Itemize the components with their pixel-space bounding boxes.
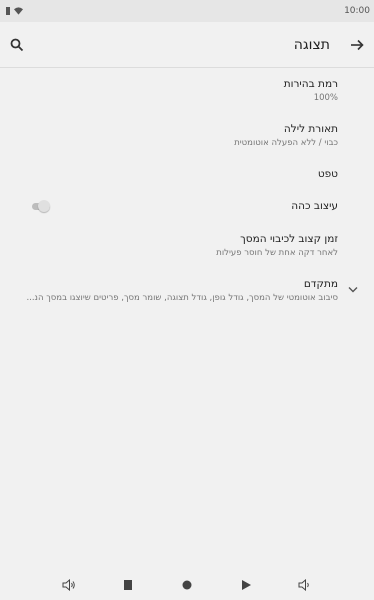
setting-title: רמת בהירות [283, 77, 338, 90]
status-time: 10:00 [344, 6, 370, 16]
wifi-icon [14, 7, 23, 15]
status-icons [6, 7, 23, 15]
back-icon[interactable] [239, 579, 253, 591]
arrow-right-icon[interactable] [350, 38, 364, 52]
navigation-bar [0, 570, 374, 600]
setting-brightness-level[interactable]: רמת בהירות 100% [0, 68, 374, 112]
setting-summary: סיבוב אוטומטי של המסך, גודל גופן, גודל ת… [26, 292, 338, 303]
setting-summary: לאחר דקה אחת של חוסר פעילות [216, 247, 338, 258]
setting-summary: 100% [313, 92, 338, 103]
setting-title: עיצוב כהה [291, 200, 338, 212]
setting-title: טפט [317, 168, 338, 180]
volume-down-icon[interactable] [62, 579, 76, 591]
setting-dark-theme[interactable]: עיצוב כהה [0, 190, 374, 222]
setting-night-light[interactable]: תאורת לילה כבוי / ללא הפעלה אוטומטית [0, 112, 374, 158]
setting-title: תאורת לילה [283, 122, 338, 135]
setting-screen-timeout[interactable]: זמן קצוב לכיבוי המסך לאחר דקה אחת של חוס… [0, 222, 374, 268]
settings-list: רמת בהירות 100% תאורת לילה כבוי / ללא הפ… [0, 68, 374, 312]
volume-up-icon[interactable] [298, 579, 312, 591]
app-bar: תצוגה [0, 22, 374, 68]
setting-advanced[interactable]: מתקדם סיבוב אוטומטי של המסך, גודל גופן, … [0, 268, 374, 312]
battery-icon [6, 7, 10, 15]
setting-title: זמן קצוב לכיבוי המסך [240, 232, 338, 245]
search-icon[interactable] [10, 38, 24, 52]
home-icon[interactable] [180, 579, 194, 591]
chevron-down-icon[interactable] [348, 287, 358, 294]
page-title: תצוגה [293, 36, 330, 53]
status-bar: 10:00 [0, 0, 374, 22]
dark-theme-toggle[interactable] [30, 200, 52, 212]
setting-wallpaper[interactable]: טפט [0, 158, 374, 190]
recents-icon[interactable] [121, 579, 135, 591]
setting-title: מתקדם [303, 277, 338, 290]
setting-summary: כבוי / ללא הפעלה אוטומטית [234, 137, 338, 148]
toggle-thumb [38, 200, 50, 212]
